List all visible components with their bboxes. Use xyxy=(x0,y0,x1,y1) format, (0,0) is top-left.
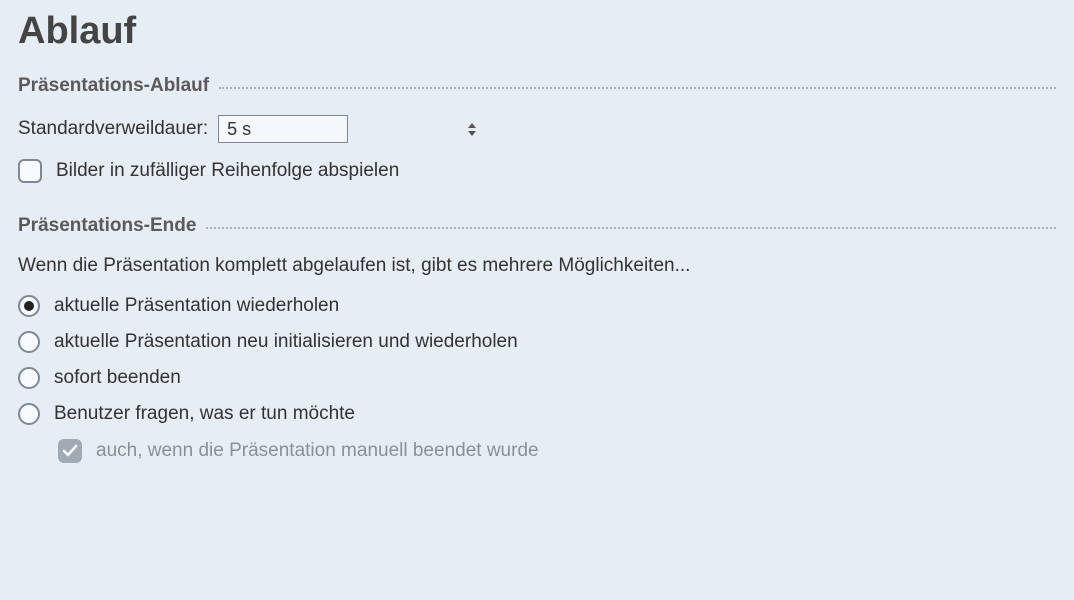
end-description: Wenn die Präsentation komplett abgelaufe… xyxy=(18,255,1056,277)
shuffle-label: Bilder in zufälliger Reihenfolge abspiel… xyxy=(56,160,399,182)
end-radio-label-0: aktuelle Präsentation wiederholen xyxy=(54,295,339,317)
end-option-2[interactable]: sofort beenden xyxy=(18,367,1056,389)
section-legend-flow: Präsentations-Ablauf xyxy=(18,75,1056,97)
section-legend-end-label: Präsentations-Ende xyxy=(18,215,206,237)
check-icon xyxy=(62,443,78,459)
end-radio-3[interactable] xyxy=(18,403,40,425)
end-radio-0[interactable] xyxy=(18,295,40,317)
end-radio-label-3: Benutzer fragen, was er tun möchte xyxy=(54,403,355,425)
end-radio-group: aktuelle Präsentation wiederholen aktuell… xyxy=(18,295,1056,425)
manual-end-checkbox xyxy=(58,439,82,463)
dwell-row: Standardverweildauer: xyxy=(18,115,1056,143)
end-option-3[interactable]: Benutzer fragen, was er tun möchte xyxy=(18,403,1056,425)
legend-divider xyxy=(206,227,1056,229)
end-radio-label-1: aktuelle Präsentation neu initialisieren… xyxy=(54,331,518,353)
section-legend-flow-label: Präsentations-Ablauf xyxy=(18,75,219,97)
end-option-1[interactable]: aktuelle Präsentation neu initialisieren… xyxy=(18,331,1056,353)
settings-page: Ablauf Präsentations-Ablauf Standardverw… xyxy=(0,10,1074,495)
shuffle-checkbox[interactable] xyxy=(18,159,42,183)
manual-end-label: auch, wenn die Präsentation manuell been… xyxy=(96,440,539,462)
spinner-buttons xyxy=(467,116,476,142)
shuffle-checkbox-row[interactable]: Bilder in zufälliger Reihenfolge abspiel… xyxy=(18,159,1056,183)
end-radio-2[interactable] xyxy=(18,367,40,389)
spinner-down-icon[interactable] xyxy=(468,131,476,136)
dwell-spinner[interactable] xyxy=(218,115,348,143)
dwell-label: Standardverweildauer: xyxy=(18,118,208,140)
end-radio-label-2: sofort beenden xyxy=(54,367,181,389)
end-option-0[interactable]: aktuelle Präsentation wiederholen xyxy=(18,295,1056,317)
section-legend-end: Präsentations-Ende xyxy=(18,215,1056,237)
page-title: Ablauf xyxy=(18,10,1056,53)
spinner-up-icon[interactable] xyxy=(468,123,476,128)
end-radio-1[interactable] xyxy=(18,331,40,353)
legend-divider xyxy=(219,87,1056,89)
manual-end-checkbox-row: auch, wenn die Präsentation manuell been… xyxy=(58,439,1056,463)
dwell-input[interactable] xyxy=(219,116,467,142)
